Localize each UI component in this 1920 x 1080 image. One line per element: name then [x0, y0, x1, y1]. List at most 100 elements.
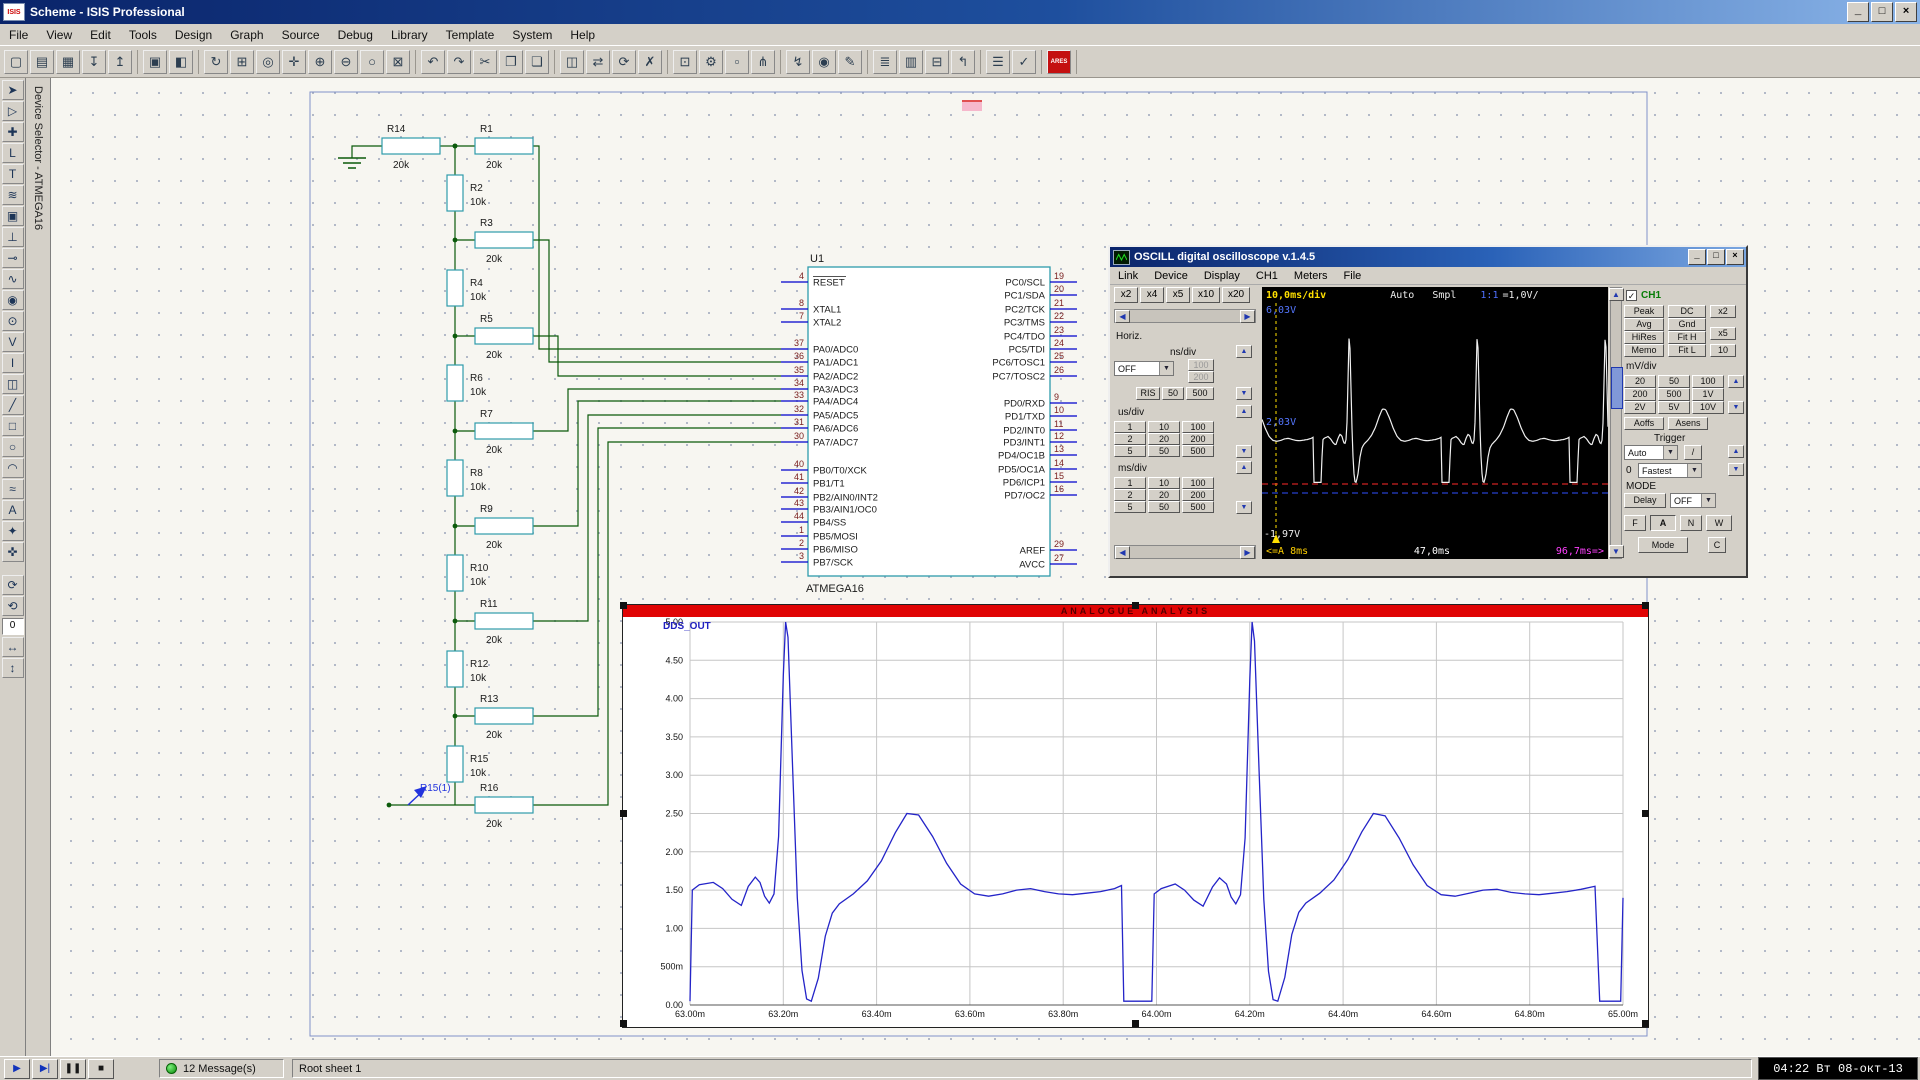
- ns-500-button[interactable]: 500: [1186, 387, 1214, 400]
- ms-5-button[interactable]: 5: [1114, 501, 1146, 513]
- refresh-display-button[interactable]: ↻: [204, 50, 228, 74]
- packaging-tool-button[interactable]: ▫: [725, 50, 749, 74]
- play-button[interactable]: ▶: [4, 1059, 30, 1079]
- us-1-button[interactable]: 1: [1114, 421, 1146, 433]
- save-design-button[interactable]: ▦: [56, 50, 80, 74]
- scope-zoom-x4-button[interactable]: x4: [1140, 287, 1164, 303]
- peak-button[interactable]: Peak: [1624, 305, 1664, 318]
- rotation-angle-box[interactable]: 0: [2, 618, 24, 635]
- asens-button[interactable]: Asens: [1668, 417, 1708, 430]
- print-button[interactable]: ▣: [143, 50, 167, 74]
- scope-zoom-x2-button[interactable]: x2: [1114, 287, 1138, 303]
- hires-button[interactable]: HiRes: [1624, 331, 1664, 344]
- scroll-left-icon[interactable]: ◀: [1115, 546, 1130, 559]
- scope-menu-ch1[interactable]: CH1: [1248, 270, 1286, 282]
- us-50-button[interactable]: 50: [1148, 445, 1180, 457]
- 2d-symbol-mode-button[interactable]: ✦: [2, 521, 24, 541]
- maximize-button[interactable]: □: [1871, 2, 1893, 22]
- resize-handle[interactable]: [620, 602, 627, 609]
- rotate-cw-button[interactable]: ⟳: [2, 575, 24, 595]
- menu-source[interactable]: Source: [273, 26, 329, 44]
- aoffs-button[interactable]: Aoffs: [1624, 417, 1664, 430]
- scope-vertical-scrollbar[interactable]: ▲ ▼: [1610, 287, 1622, 559]
- design-explorer-button[interactable]: ≣: [873, 50, 897, 74]
- toggle-grid-button[interactable]: ⊞: [230, 50, 254, 74]
- ms-2-button[interactable]: 2: [1114, 489, 1146, 501]
- redo-button[interactable]: ↷: [447, 50, 471, 74]
- terminal-mode-button[interactable]: ⊥: [2, 227, 24, 247]
- scope-zoom-x20-button[interactable]: x20: [1222, 287, 1250, 303]
- resize-handle[interactable]: [1132, 1020, 1139, 1027]
- us-20-button[interactable]: 20: [1148, 433, 1180, 445]
- menu-system[interactable]: System: [503, 26, 561, 44]
- block-rotate-button[interactable]: ⟳: [612, 50, 636, 74]
- scroll-left-icon[interactable]: ◀: [1115, 310, 1130, 323]
- ms-up-button[interactable]: ▲: [1236, 461, 1252, 474]
- search-tag-button[interactable]: ◉: [812, 50, 836, 74]
- mult-x5-button[interactable]: x5: [1710, 327, 1736, 340]
- copy-button[interactable]: ❐: [499, 50, 523, 74]
- menu-file[interactable]: File: [0, 26, 37, 44]
- fit-l-button[interactable]: Fit L: [1668, 344, 1706, 357]
- step-button[interactable]: ▶|: [32, 1059, 58, 1079]
- filter-F-button[interactable]: F: [1624, 515, 1646, 531]
- decompose-button[interactable]: ⋔: [751, 50, 775, 74]
- export-section-button[interactable]: ↥: [108, 50, 132, 74]
- scope-menu-link[interactable]: Link: [1110, 270, 1146, 282]
- tape-recorder-mode-button[interactable]: ◉: [2, 290, 24, 310]
- scope-zoom-x5-button[interactable]: x5: [1166, 287, 1190, 303]
- scope-menu-file[interactable]: File: [1336, 270, 1370, 282]
- scope-zoom-x10-button[interactable]: x10: [1192, 287, 1220, 303]
- wire-autorouter-button[interactable]: ↯: [786, 50, 810, 74]
- dc-button[interactable]: DC: [1668, 305, 1706, 318]
- remove-sheet-button[interactable]: ⊟: [925, 50, 949, 74]
- oscilloscope-window[interactable]: OSCILL digital oscilloscope v.1.4.5 _ □ …: [1108, 245, 1748, 578]
- us-100-button[interactable]: 100: [1182, 421, 1214, 433]
- ms-1-button[interactable]: 1: [1114, 477, 1146, 489]
- 2d-line-mode-button[interactable]: ╱: [2, 395, 24, 415]
- ms-500-button[interactable]: 500: [1182, 501, 1214, 513]
- marker-mode-button[interactable]: ✜: [2, 542, 24, 562]
- bill-of-materials-button[interactable]: ☰: [986, 50, 1010, 74]
- block-move-button[interactable]: ⇄: [586, 50, 610, 74]
- netlist-to-ares-button[interactable]: ARES: [1047, 50, 1071, 74]
- ns-down-button[interactable]: ▼: [1236, 387, 1252, 400]
- mv-500-button[interactable]: 500: [1658, 388, 1690, 401]
- import-section-button[interactable]: ↧: [82, 50, 106, 74]
- scroll-right-icon[interactable]: ▶: [1240, 546, 1255, 559]
- resize-handle[interactable]: [1132, 602, 1139, 609]
- mv-5V-button[interactable]: 5V: [1658, 401, 1690, 414]
- 2d-text-mode-button[interactable]: A: [2, 500, 24, 520]
- mv-1V-button[interactable]: 1V: [1692, 388, 1724, 401]
- scope-menu-device[interactable]: Device: [1146, 270, 1196, 282]
- resize-handle[interactable]: [620, 810, 627, 817]
- resize-handle[interactable]: [620, 1020, 627, 1027]
- delay-off-dropdown[interactable]: OFF▼: [1670, 493, 1716, 508]
- minimize-button[interactable]: _: [1847, 2, 1869, 22]
- device-pin-mode-button[interactable]: ⊸: [2, 248, 24, 268]
- 2d-box-mode-button[interactable]: □: [2, 416, 24, 436]
- mv-up-button[interactable]: ▲: [1728, 375, 1744, 388]
- wire-label-mode-button[interactable]: L: [2, 143, 24, 163]
- 2d-path-mode-button[interactable]: ≈: [2, 479, 24, 499]
- scope-menu-display[interactable]: Display: [1196, 270, 1248, 282]
- generator-mode-button[interactable]: ⊙: [2, 311, 24, 331]
- fit-h-button[interactable]: Fit H: [1668, 331, 1706, 344]
- graph-mode-button[interactable]: ∿: [2, 269, 24, 289]
- memo-button[interactable]: Memo: [1624, 344, 1664, 357]
- mv-200-button[interactable]: 200: [1624, 388, 1656, 401]
- scope-minimize-button[interactable]: _: [1688, 249, 1706, 265]
- make-device-button[interactable]: ⚙: [699, 50, 723, 74]
- c-button[interactable]: C: [1708, 537, 1726, 553]
- pause-button[interactable]: ❚❚: [60, 1059, 86, 1079]
- scope-scroll-thumb[interactable]: [1611, 367, 1623, 409]
- filter-W-button[interactable]: W: [1706, 515, 1732, 531]
- horiz-scrollbar-top[interactable]: ◀▶: [1114, 309, 1256, 323]
- ns-up-button[interactable]: ▲: [1236, 345, 1252, 358]
- cut-button[interactable]: ✂: [473, 50, 497, 74]
- zoom-all-button[interactable]: ○: [360, 50, 384, 74]
- pick-device-button[interactable]: ⊡: [673, 50, 697, 74]
- menu-library[interactable]: Library: [382, 26, 437, 44]
- mv-down-button[interactable]: ▼: [1728, 401, 1744, 414]
- avg-button[interactable]: Avg: [1624, 318, 1664, 331]
